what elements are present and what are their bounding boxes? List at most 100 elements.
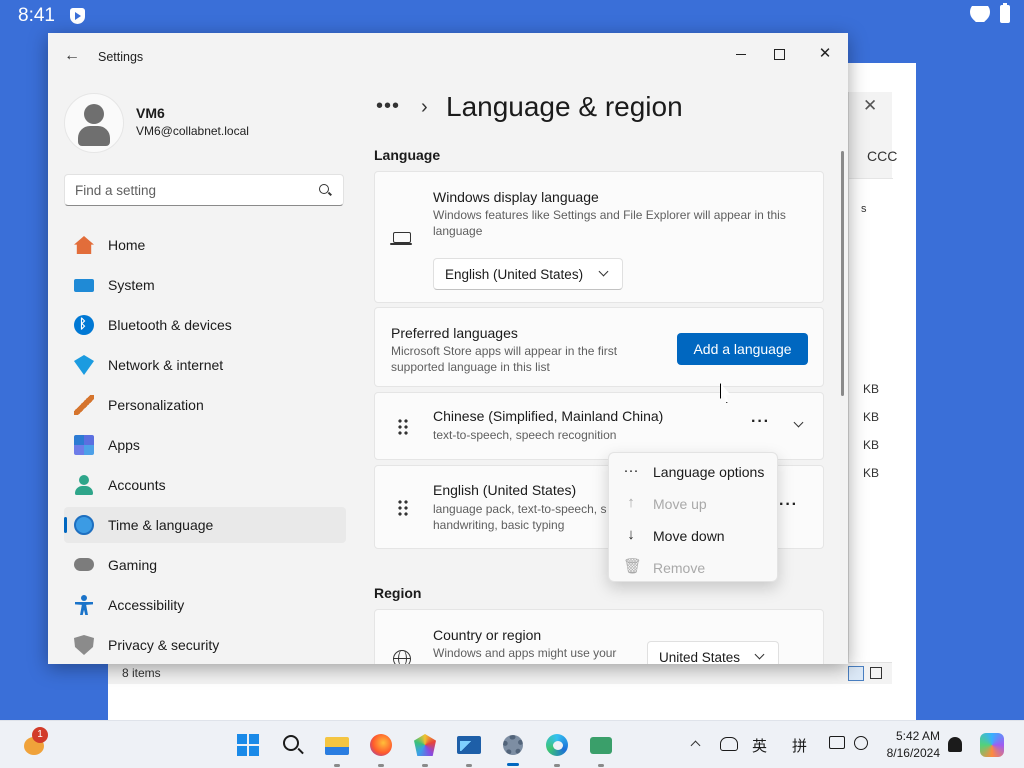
windows-logo-icon xyxy=(237,734,247,744)
sidebar-item-label: Network & internet xyxy=(108,357,224,373)
search-input[interactable]: Find a setting xyxy=(64,174,344,206)
avatar[interactable] xyxy=(64,93,124,153)
file-explorer-button[interactable] xyxy=(325,733,349,767)
edge-button[interactable] xyxy=(545,733,569,767)
sidebar-item-apps[interactable]: Apps xyxy=(64,427,346,463)
sidebar-item-personalization[interactable]: Personalization xyxy=(64,387,346,423)
country-region-title: Country or region xyxy=(433,627,542,643)
sidebar-nav: Home System Bluetooth & devices Network … xyxy=(64,227,346,664)
globe-icon xyxy=(393,650,411,664)
volume-muted-icon[interactable] xyxy=(854,736,868,750)
back-arrow-icon[interactable]: ← xyxy=(64,47,80,65)
clock-time[interactable]: 5:42 AM xyxy=(888,729,940,743)
onedrive-offline-icon[interactable] xyxy=(720,737,738,751)
display-language-dropdown[interactable]: English (United States) xyxy=(433,258,623,290)
more-options-button[interactable]: ··· xyxy=(751,413,770,431)
close-button[interactable]: ✕ xyxy=(802,39,848,69)
menu-item-language-options[interactable]: ··· Language options xyxy=(613,457,775,487)
accessibility-icon xyxy=(74,595,94,615)
sidebar-item-label: Apps xyxy=(108,437,140,453)
explorer-file-size: KB xyxy=(863,382,880,396)
sidebar-item-accessibility[interactable]: Accessibility xyxy=(64,587,346,623)
file-explorer-window[interactable]: ✕ CCC s KB KB KB KB xyxy=(848,92,897,684)
firefox-button[interactable] xyxy=(369,733,393,767)
add-language-button[interactable]: Add a language xyxy=(677,333,808,365)
search-placeholder: Find a setting xyxy=(75,183,157,198)
chevron-down-icon xyxy=(598,266,609,277)
sidebar-item-gaming[interactable]: Gaming xyxy=(64,547,346,583)
sidebar-item-bluetooth[interactable]: Bluetooth & devices xyxy=(64,307,346,343)
more-options-button[interactable]: ··· xyxy=(779,496,798,514)
sidebar-item-time-language[interactable]: Time & language xyxy=(64,507,346,543)
explorer-file-size: KB xyxy=(863,438,880,452)
explorer-tab-text[interactable]: CCC xyxy=(867,148,897,164)
maximize-button[interactable] xyxy=(756,39,802,69)
sidebar-item-label: Personalization xyxy=(108,397,204,413)
explorer-file-list[interactable]: s KB KB KB KB xyxy=(849,178,893,684)
scrollbar[interactable] xyxy=(841,151,844,396)
drag-handle-icon[interactable] xyxy=(397,418,409,436)
profile-name: VM6 xyxy=(136,105,165,121)
sidebar-item-accounts[interactable]: Accounts xyxy=(64,467,346,503)
pinned-app-button[interactable] xyxy=(413,733,437,767)
settings-button[interactable] xyxy=(501,733,525,766)
menu-item-move-down[interactable]: ↓ Move down xyxy=(613,521,775,551)
details-view-icon[interactable] xyxy=(848,666,864,681)
sidebar-item-home[interactable]: Home xyxy=(64,227,346,263)
breadcrumb-more-button[interactable]: ••• xyxy=(376,95,400,118)
chevron-up-icon[interactable] xyxy=(690,740,701,751)
monitor-app-button[interactable] xyxy=(457,733,481,767)
avatar-body xyxy=(78,126,110,146)
sidebar-item-label: Accounts xyxy=(108,477,166,493)
title-bar: ← Settings ✕ xyxy=(48,33,848,81)
clock-date[interactable]: 8/16/2024 xyxy=(882,746,940,760)
menu-item-remove[interactable]: 🗑 Remove xyxy=(613,553,775,583)
profile-email: VM6@collabnet.local xyxy=(136,124,249,138)
apps-icon xyxy=(74,435,94,455)
person-icon xyxy=(74,475,94,495)
menu-item-label: Remove xyxy=(653,560,706,576)
notification-bell-icon[interactable] xyxy=(948,737,962,752)
trash-icon: 🗑 xyxy=(623,558,643,575)
monitor-icon xyxy=(74,279,94,292)
menu-item-label: Language options xyxy=(653,464,765,480)
drag-handle-icon[interactable] xyxy=(397,499,409,517)
app-icon xyxy=(590,737,612,754)
preferred-languages-card: Preferred languages Microsoft Store apps… xyxy=(374,307,824,387)
sidebar-item-network[interactable]: Network & internet xyxy=(64,347,346,383)
display-language-description: Windows features like Settings and File … xyxy=(433,208,786,238)
country-value: United States xyxy=(659,650,741,664)
pinned-app-button[interactable] xyxy=(589,733,613,767)
language-item[interactable]: Chinese (Simplified, Mainland China) tex… xyxy=(374,392,824,460)
sidebar-item-system[interactable]: System xyxy=(64,267,346,303)
widgets-button[interactable]: 1 xyxy=(22,727,48,755)
country-dropdown[interactable]: United States xyxy=(647,641,779,664)
tiles-view-icon[interactable] xyxy=(870,667,882,679)
shield-icon xyxy=(74,635,94,655)
country-region-description: Windows and apps might use your xyxy=(433,646,617,660)
sidebar-item-label: Gaming xyxy=(108,557,158,573)
gamepad-icon xyxy=(74,558,94,571)
search-button[interactable] xyxy=(281,733,305,757)
preferred-languages-description: Microsoft Store apps will appear in the … xyxy=(391,344,618,374)
ime-pinyin-indicator[interactable]: 拼 xyxy=(792,735,807,756)
wifi-icon xyxy=(74,355,94,375)
start-button[interactable] xyxy=(236,733,260,757)
sidebar-item-privacy[interactable]: Privacy & security xyxy=(64,627,346,663)
network-icon[interactable] xyxy=(829,736,845,749)
display-language-card: Windows display language Windows feature… xyxy=(374,171,824,303)
menu-item-move-up[interactable]: ↑ Move up xyxy=(613,489,775,519)
arrow-up-icon: ↑ xyxy=(627,494,635,511)
chevron-down-icon[interactable] xyxy=(793,417,804,428)
explorer-file-size: KB xyxy=(863,410,880,424)
copilot-icon[interactable] xyxy=(980,733,1004,757)
ime-mode-indicator[interactable]: 英 xyxy=(752,735,767,756)
sidebar-item-label: Privacy & security xyxy=(108,637,220,653)
language-name: Chinese (Simplified, Mainland China) xyxy=(433,408,664,424)
laptop-icon xyxy=(390,232,412,245)
search-icon[interactable] xyxy=(319,184,329,194)
chevron-down-icon xyxy=(754,649,765,660)
menu-item-label: Move up xyxy=(653,496,707,512)
explorer-close-icon[interactable]: ✕ xyxy=(863,96,877,116)
explorer-column-header[interactable]: s xyxy=(861,203,867,215)
